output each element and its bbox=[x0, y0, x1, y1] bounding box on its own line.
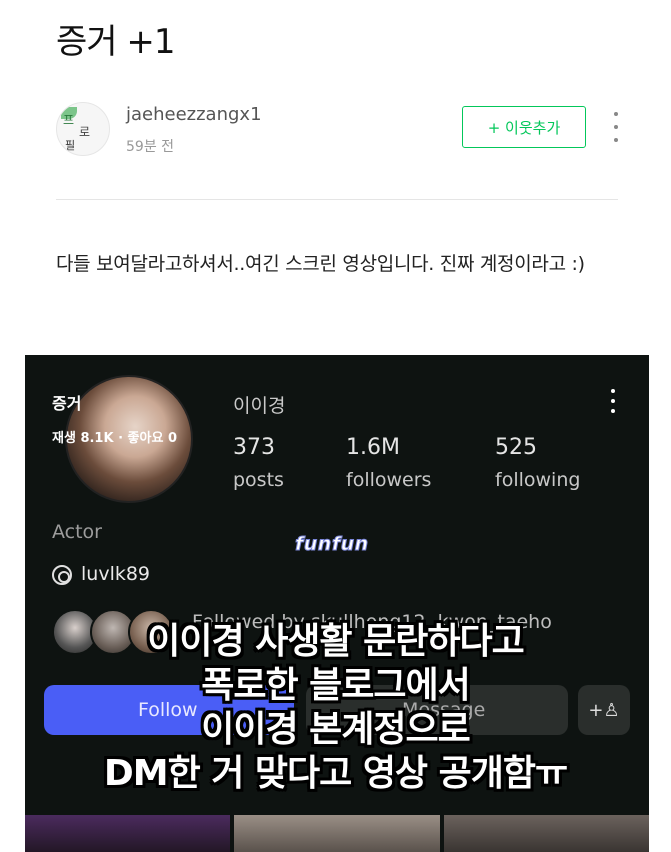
caption-line: 폭로한 블로그에서 bbox=[201, 665, 471, 706]
followers-count[interactable]: 1.6M bbox=[346, 435, 400, 460]
followers-label[interactable]: followers bbox=[346, 469, 431, 491]
divider bbox=[56, 199, 618, 200]
following-count[interactable]: 525 bbox=[495, 435, 537, 460]
avatar-text-2: 로 bbox=[79, 125, 91, 139]
post-title: 증거 +1 bbox=[56, 22, 175, 62]
post-time: 59분 전 bbox=[126, 139, 175, 155]
caption-line: 이이경 본계정으로 bbox=[201, 709, 471, 750]
posts-count: 373 bbox=[233, 435, 275, 460]
threads-icon bbox=[52, 565, 72, 585]
video-stats: 재생 8.1K · 좋아요 0 bbox=[52, 431, 177, 446]
caption-line: DM한 거 맞다고 영상 공개함ㅠ bbox=[103, 753, 568, 794]
following-label[interactable]: following bbox=[495, 469, 580, 491]
avatar-text-3: 필 bbox=[65, 139, 76, 152]
caption-line: 이이경 사생활 문란하다고 bbox=[147, 621, 524, 662]
threads-handle[interactable]: luvlk89 bbox=[81, 563, 150, 585]
post-body: 다들 보여달라고하셔서..여긴 스크린 영상입니다. 진짜 계정이라고 :) bbox=[56, 253, 585, 275]
avatar-text-1: 프 bbox=[63, 113, 75, 127]
video-label: 증거 bbox=[52, 394, 82, 413]
profile-name: 이이경 bbox=[233, 395, 286, 417]
video-caption: 이이경 사생활 문란하다고 폭로한 블로그에서 이이경 본계정으로 DM한 거 … bbox=[0, 620, 671, 796]
profile-category: Actor bbox=[52, 521, 102, 543]
more-options-icon[interactable] bbox=[606, 112, 626, 142]
profile-more-icon[interactable] bbox=[608, 389, 618, 413]
add-neighbor-button[interactable]: + 이웃추가 bbox=[462, 106, 586, 148]
author-name[interactable]: jaeheezzangx1 bbox=[126, 104, 262, 125]
watermark: funfun bbox=[295, 533, 369, 556]
post-grid-strip bbox=[25, 815, 649, 852]
author-avatar[interactable]: 프 로 필 bbox=[56, 102, 110, 156]
posts-label: posts bbox=[233, 469, 284, 491]
